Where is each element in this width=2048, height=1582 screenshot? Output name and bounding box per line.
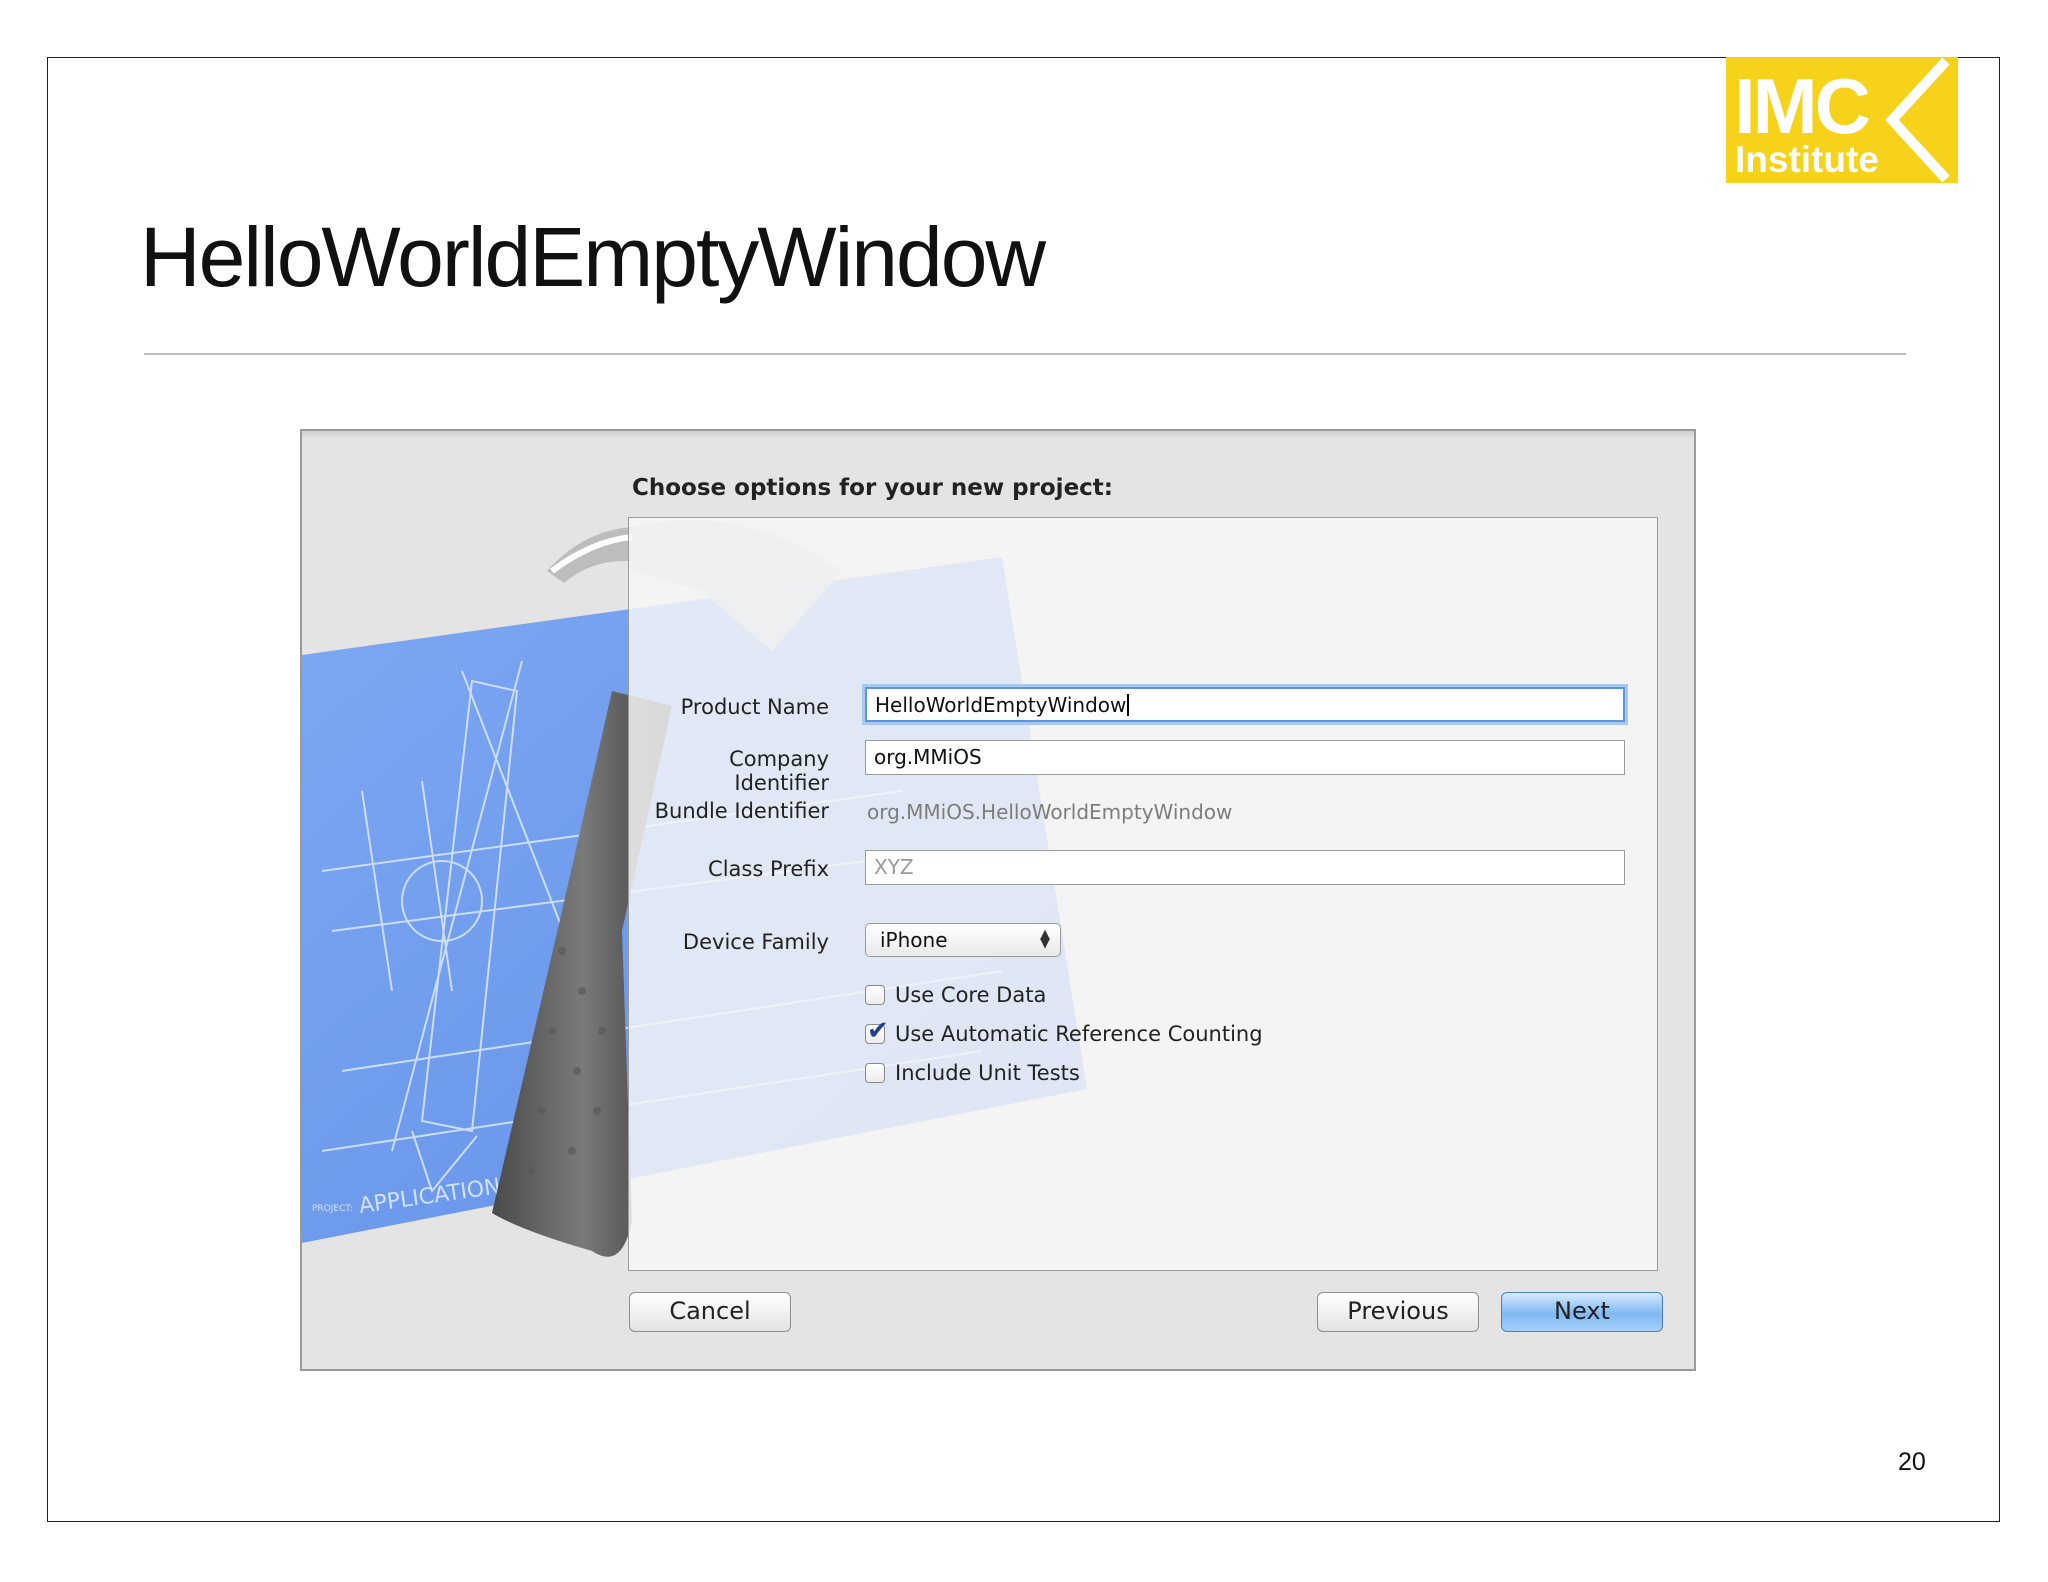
include-unit-tests-checkbox-row[interactable]: Include Unit Tests <box>865 1058 1080 1088</box>
use-core-data-checkbox-row[interactable]: Use Core Data <box>865 980 1046 1010</box>
product-name-value: HelloWorldEmptyWindow <box>875 693 1127 717</box>
use-arc-label: Use Automatic Reference Counting <box>895 1022 1263 1046</box>
cancel-button[interactable]: Cancel <box>629 1292 791 1332</box>
logo-text-institute: Institute <box>1735 139 1879 180</box>
product-name-input[interactable]: HelloWorldEmptyWindow <box>865 687 1625 722</box>
options-panel: Product Name HelloWorldEmptyWindow Compa… <box>628 517 1658 1271</box>
new-project-options-dialog: PROJECT: APPLICATION Choose options for … <box>300 429 1696 1371</box>
svg-text:PROJECT:: PROJECT: <box>312 1204 353 1214</box>
page-number: 20 <box>1898 1448 1926 1476</box>
use-core-data-label: Use Core Data <box>895 983 1047 1007</box>
device-family-popup[interactable]: iPhone ▲ ▼ <box>865 923 1061 957</box>
slide-title: HelloWorldEmptyWindow <box>140 210 1046 304</box>
updown-arrows-icon: ▲ ▼ <box>1040 927 1050 951</box>
device-family-selected: iPhone <box>880 928 948 952</box>
company-identifier-label: Company Identifier <box>729 747 829 795</box>
bundle-identifier-value: org.MMiOS.HelloWorldEmptyWindow <box>867 800 1233 824</box>
class-prefix-input[interactable]: XYZ <box>865 850 1625 885</box>
previous-button[interactable]: Previous <box>1317 1292 1479 1332</box>
next-button[interactable]: Next <box>1501 1292 1663 1332</box>
bundle-identifier-label: Bundle Identifier <box>654 799 829 823</box>
company-identifier-input[interactable]: org.MMiOS <box>865 740 1625 775</box>
use-arc-checkbox-row[interactable]: ✔ Use Automatic Reference Counting <box>865 1017 1263 1049</box>
dialog-heading: Choose options for your new project: <box>632 475 1113 501</box>
use-arc-checkbox[interactable]: ✔ <box>865 1017 889 1044</box>
checkmark-icon: ✔ <box>867 1015 889 1045</box>
logo-text-imc: IMC <box>1734 62 1871 150</box>
device-family-label: Device Family <box>682 930 829 954</box>
imc-institute-logo: IMC Institute <box>1726 57 1958 183</box>
text-caret <box>1127 694 1129 716</box>
include-unit-tests-checkbox[interactable] <box>865 1063 885 1083</box>
use-core-data-checkbox[interactable] <box>865 985 885 1005</box>
title-divider <box>144 353 1906 355</box>
logo-chevron-icon <box>1885 57 1950 183</box>
class-prefix-placeholder: XYZ <box>874 855 914 879</box>
product-name-label: Product Name <box>680 695 829 719</box>
class-prefix-label: Class Prefix <box>708 857 829 881</box>
company-identifier-value: org.MMiOS <box>874 745 982 769</box>
include-unit-tests-label: Include Unit Tests <box>895 1061 1080 1085</box>
